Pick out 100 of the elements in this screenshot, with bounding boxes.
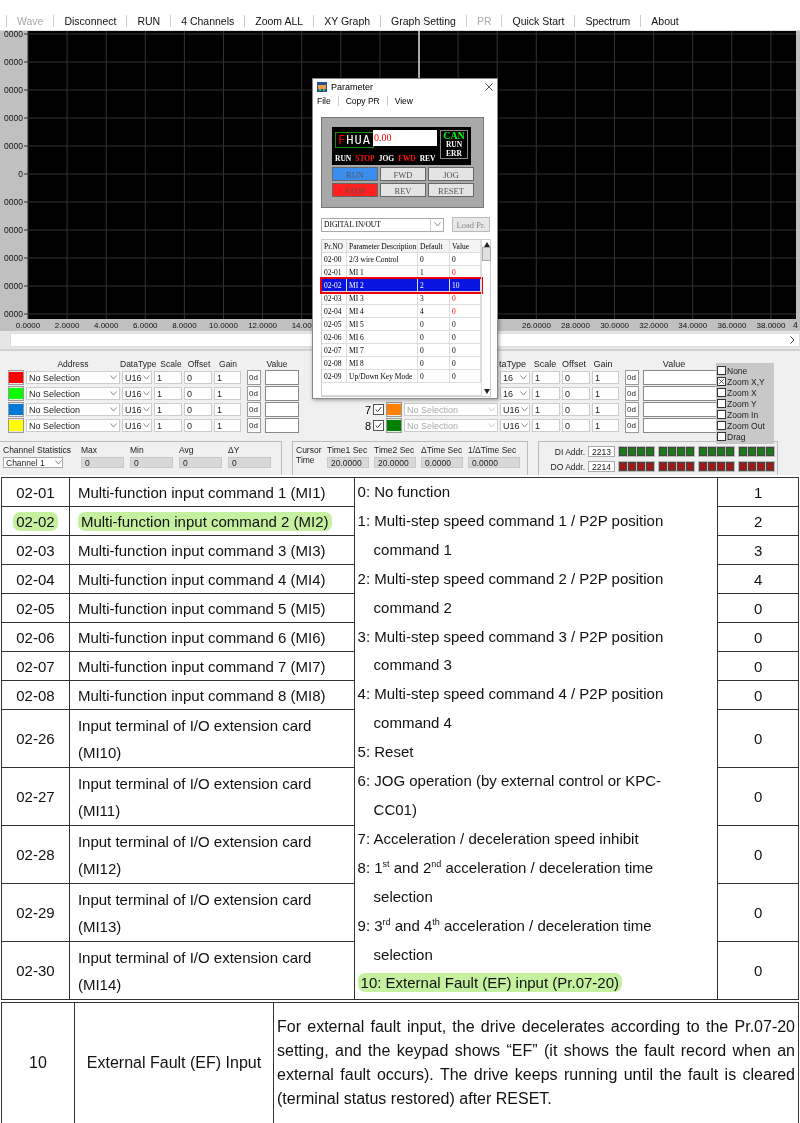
parameter-code: 02-28 bbox=[16, 846, 55, 863]
default-value: 0 bbox=[753, 846, 763, 863]
parameter-name: Multi-function input command 4 (MI4) bbox=[77, 570, 326, 588]
column-label: Min bbox=[130, 445, 145, 455]
column-header: DataType bbox=[120, 358, 158, 369]
default-value: 1 bbox=[753, 483, 763, 501]
axis-label: 4 bbox=[793, 320, 798, 330]
default-value: 0 bbox=[753, 657, 763, 675]
axis-label: 34.0000 bbox=[678, 321, 708, 330]
axis-label: 0 bbox=[18, 169, 23, 179]
default-value: 0 bbox=[753, 904, 763, 921]
statistic-value: 0 bbox=[228, 457, 271, 468]
column-label: Time1 Sec bbox=[327, 445, 369, 455]
setting-option: 1: Multi-step speed command 1 / P2P position command 1 bbox=[357, 511, 664, 558]
setting-option: 0: No function bbox=[357, 483, 451, 500]
panel-label: Cursor Time bbox=[296, 445, 322, 465]
parameter-code: 02-04 bbox=[16, 570, 55, 588]
axis-label: 0000 bbox=[4, 141, 23, 151]
column-header: Value bbox=[661, 358, 687, 369]
setting-name: External Fault (EF) Input bbox=[86, 1054, 262, 1071]
default-value: 0 bbox=[753, 686, 763, 704]
axis-label: 0000 bbox=[4, 225, 23, 235]
column-label: Avg bbox=[179, 445, 195, 455]
column-header: Offset bbox=[561, 358, 587, 369]
axis-label: 26.0000 bbox=[521, 321, 551, 330]
default-value: 2 bbox=[753, 512, 763, 530]
default-value: 0 bbox=[753, 599, 763, 617]
axis-label: 0000 bbox=[4, 309, 23, 319]
default-value: 0 bbox=[753, 628, 763, 646]
default-value: 0 bbox=[753, 730, 763, 747]
column-label: 1/ΔTime Sec bbox=[468, 445, 518, 455]
panel-label: Channel Statistics bbox=[3, 445, 73, 455]
setting-option: 10: External Fault (EF) input (Pr.07-20) bbox=[357, 973, 622, 993]
setting-option: 9: 3$^{rd}$ and 4$^{th}$ acceleration / deceleration time selection bbox=[357, 916, 652, 963]
parameter-name: Input terminal of I/O extension card (MI10) bbox=[77, 716, 312, 761]
default-value: 0 bbox=[753, 788, 763, 805]
parameter-code: 02-06 bbox=[16, 628, 55, 646]
default-value: 3 bbox=[753, 541, 763, 559]
column-header: taType bbox=[499, 358, 528, 369]
address-label: DI Addr. bbox=[553, 446, 585, 457]
parameter-name: Multi-function input command 8 (MI8) bbox=[77, 686, 326, 704]
column-header: Value bbox=[265, 358, 289, 369]
axis-label: 2.0000 bbox=[54, 321, 80, 330]
axis-label: 0.0000 bbox=[15, 321, 41, 330]
axis-label: 28.0000 bbox=[561, 321, 590, 330]
column-header: Address bbox=[56, 358, 90, 369]
parameter-code: 02-02 bbox=[13, 511, 58, 531]
parameter-code: 02-08 bbox=[16, 686, 55, 704]
parameter-code: 02-27 bbox=[16, 788, 55, 805]
channel-number: 8 bbox=[363, 419, 371, 432]
setting-description: For external fault input, the drive decelerates according to the Pr.07-20 setting, and the keypad shows “EF” (it shows the fault record when an external fault occurs). The drive keeps running until the fault is cleared (terminal status restored) after RESET. bbox=[277, 1017, 795, 1109]
parameter-code: 02-07 bbox=[16, 657, 55, 675]
channel-number: 7 bbox=[363, 403, 371, 416]
keypad-reading: 0.00 bbox=[373, 130, 437, 146]
parameter-code: 02-30 bbox=[16, 962, 55, 979]
axis-label: 10.0000 bbox=[209, 321, 238, 330]
column-header: Gain bbox=[592, 358, 614, 369]
axis-label: 0000 bbox=[4, 57, 23, 67]
axis-label: 0000 bbox=[4, 113, 23, 123]
column-header: Scale bbox=[159, 358, 183, 369]
setting-value: 10 bbox=[29, 1054, 47, 1071]
axis-label: 14.00 bbox=[291, 321, 312, 330]
column-label: Max bbox=[81, 445, 99, 455]
parameter-name: Multi-function input command 1 (MI1) bbox=[77, 483, 326, 501]
axis-label: 12.0000 bbox=[248, 321, 278, 330]
axis-label: 0000 bbox=[4, 31, 23, 39]
setting-option: 3: Multi-step speed command 3 / P2P position command 3 bbox=[357, 627, 664, 674]
parameter-name: Multi-function input command 5 (MI5) bbox=[77, 599, 326, 617]
axis-label: 36.0000 bbox=[717, 321, 747, 330]
setting-option: 5: Reset bbox=[357, 743, 414, 761]
default-value: 4 bbox=[753, 570, 763, 588]
default-value: 0 bbox=[753, 962, 763, 979]
column-header: Offset bbox=[186, 358, 212, 369]
axis-label: 0000 bbox=[4, 253, 23, 263]
parameter-code: 02-05 bbox=[16, 599, 55, 617]
parameter-name: Input terminal of I/O extension card (MI12) bbox=[77, 832, 312, 877]
column-label: ΔY bbox=[228, 445, 241, 455]
parameter-name: Multi-function input command 7 (MI7) bbox=[77, 657, 326, 675]
column-label: ΔTime Sec bbox=[421, 445, 463, 455]
parameter-name: Input terminal of I/O extension card (MI11) bbox=[77, 774, 312, 819]
axis-label: 0000 bbox=[4, 281, 23, 291]
parameter-code: 02-01 bbox=[16, 483, 55, 501]
parameter-code: 02-03 bbox=[16, 541, 55, 559]
statistic-value: 0 bbox=[81, 457, 124, 468]
axis-label: 38.0000 bbox=[756, 321, 786, 330]
column-header: Scale bbox=[532, 358, 558, 369]
axis-label: 4.0000 bbox=[93, 321, 119, 330]
statistic-value: 0 bbox=[130, 457, 173, 468]
setting-option: 7: Acceleration / deceleration speed inhibit bbox=[357, 829, 639, 847]
parameter-name: Input terminal of I/O extension card (MI13) bbox=[77, 890, 312, 935]
axis-label: 0000 bbox=[4, 85, 23, 95]
parameter-name: Multi-function input command 2 (MI2) bbox=[77, 511, 332, 531]
setting-option: 2: Multi-step speed command 2 / P2P position command 2 bbox=[357, 569, 664, 616]
window-title: Parameter bbox=[331, 82, 375, 92]
axis-label: 6.0000 bbox=[133, 321, 158, 330]
axis-label: 30.0000 bbox=[600, 321, 630, 330]
setting-option: 6: JOG operation (by external control or KPC-CC01) bbox=[357, 772, 661, 818]
axis-label: 8.0000 bbox=[172, 321, 197, 330]
column-label: Time2 Sec bbox=[374, 445, 416, 455]
statistic-value: 0 bbox=[179, 457, 222, 468]
